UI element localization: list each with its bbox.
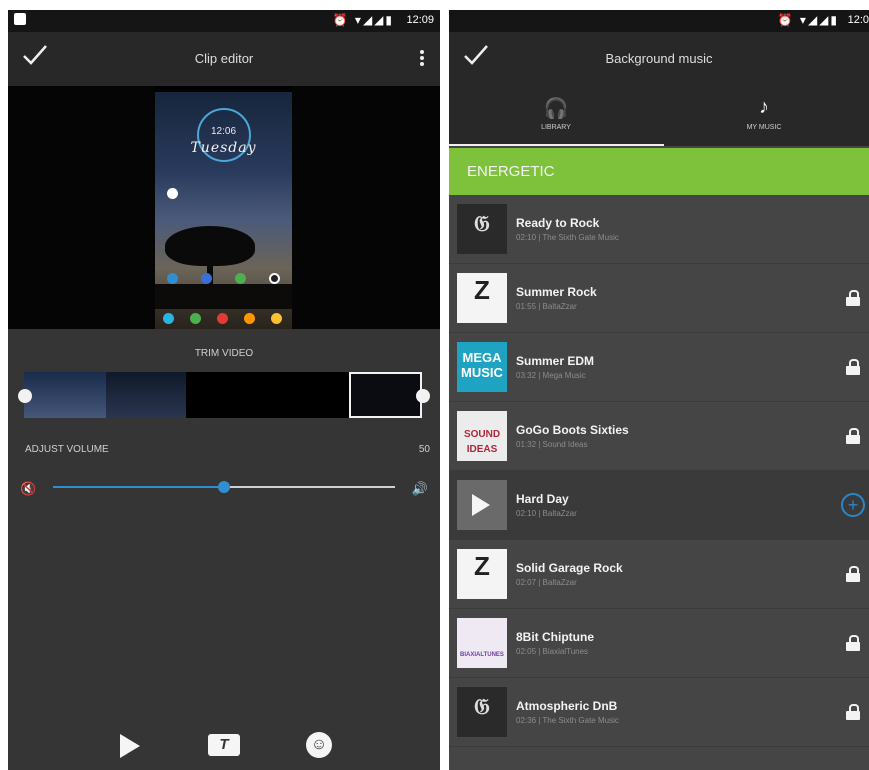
music-tabs: 🎧 LIBRARY ♪ MY MUSIC bbox=[449, 86, 869, 146]
status-icons: ⏰ ▾◢◢▮ bbox=[332, 13, 394, 27]
status-bar: ⏰ ▾◢◢▮ 12:0 bbox=[449, 10, 869, 32]
trim-start-handle[interactable] bbox=[18, 389, 32, 403]
track-meta: 03:32 | Mega Music bbox=[516, 371, 586, 380]
lock-icon[interactable] bbox=[846, 359, 860, 375]
trim-end-handle[interactable] bbox=[416, 389, 430, 403]
lock-icon[interactable] bbox=[846, 290, 860, 306]
track-meta: 01:55 | BaltaZzar bbox=[516, 302, 577, 311]
track-row[interactable]: Z Summer Rock 01:55 | BaltaZzar bbox=[449, 264, 869, 333]
track-name: GoGo Boots Sixties bbox=[516, 423, 629, 437]
track-meta: 02:05 | BiaxialTunes bbox=[516, 647, 589, 656]
track-name: Summer EDM bbox=[516, 354, 595, 368]
track-name: Atmospheric DnB bbox=[516, 699, 618, 713]
music-note-icon: ♪ bbox=[759, 96, 769, 118]
lock-icon[interactable] bbox=[846, 635, 860, 651]
album-art: BIAXIALTUNES bbox=[457, 618, 507, 668]
tree-silhouette bbox=[165, 226, 255, 266]
track-meta: 02:10 | The Sixth Gate Music bbox=[516, 233, 619, 242]
video-preview[interactable]: 12:06 Tuesday bbox=[8, 86, 440, 329]
headphones-icon: 🎧 bbox=[543, 98, 569, 120]
play-icon[interactable] bbox=[120, 734, 140, 758]
track-list: 𝔊 Ready to Rock 02:10 | The Sixth Gate M… bbox=[449, 195, 869, 747]
preview-dock bbox=[155, 309, 292, 329]
volume-slider-thumb[interactable] bbox=[218, 481, 230, 493]
track-row[interactable]: MEGA MUSIC Summer EDM 03:32 | Mega Music bbox=[449, 333, 869, 402]
track-name: Summer Rock bbox=[516, 285, 597, 299]
track-meta: 02:36 | The Sixth Gate Music bbox=[516, 716, 619, 725]
mute-icon[interactable]: 🔇 bbox=[20, 481, 36, 497]
app-bar: Clip editor bbox=[8, 32, 440, 86]
lock-icon[interactable] bbox=[846, 704, 860, 720]
track-row[interactable]: Hard Day 02:10 | BaltaZzar + bbox=[449, 471, 869, 540]
album-art: 𝔊 bbox=[457, 204, 507, 254]
album-art: SOUND IDEAS bbox=[457, 411, 507, 461]
album-art: MEGA MUSIC bbox=[457, 342, 507, 392]
page-title: Background music bbox=[605, 51, 713, 66]
track-row[interactable]: 𝔊 Ready to Rock 02:10 | The Sixth Gate M… bbox=[449, 195, 869, 264]
track-meta: 02:10 | BaltaZzar bbox=[516, 509, 577, 518]
app-bar: Background music bbox=[449, 32, 869, 86]
track-row[interactable]: BIAXIALTUNES 8Bit Chiptune 02:05 | Biaxi… bbox=[449, 609, 869, 678]
status-time: 12:09 bbox=[406, 14, 434, 26]
track-name: Solid Garage Rock bbox=[516, 561, 623, 575]
tab-indicator bbox=[449, 144, 664, 146]
clip-editor-screen: ⏰ ▾◢◢▮ 12:09 Clip editor 12:06 Tuesday T… bbox=[8, 10, 440, 770]
volume-slider[interactable] bbox=[53, 481, 395, 493]
category-header: ENERGETIC bbox=[449, 148, 869, 195]
track-meta: 01:32 | Sound Ideas bbox=[516, 440, 588, 449]
track-name: 8Bit Chiptune bbox=[516, 630, 594, 644]
tab-library[interactable]: 🎧 LIBRARY bbox=[451, 86, 661, 146]
text-icon[interactable]: T bbox=[208, 734, 240, 756]
tab-label: LIBRARY bbox=[541, 124, 571, 131]
preview-frame: 12:06 Tuesday bbox=[155, 86, 292, 329]
adjust-volume-label: ADJUST VOLUME bbox=[25, 444, 109, 455]
trim-timeline[interactable] bbox=[24, 372, 422, 418]
status-bar: ⏰ ▾◢◢▮ 12:09 bbox=[8, 10, 440, 32]
lock-icon[interactable] bbox=[846, 566, 860, 582]
gallery-notification-icon bbox=[14, 13, 26, 25]
editor-toolbar: T ☺ bbox=[8, 732, 440, 768]
track-meta: 02:07 | BaltaZzar bbox=[516, 578, 577, 587]
status-time: 12:0 bbox=[847, 14, 869, 26]
album-art bbox=[457, 480, 507, 530]
trim-video-label: TRIM VIDEO bbox=[194, 348, 254, 359]
background-music-screen: ⏰ ▾◢◢▮ 12:0 Background music 🎧 LIBRARY ♪… bbox=[449, 10, 869, 770]
timeline-frame bbox=[106, 372, 186, 418]
track-row[interactable]: 𝔊 Atmospheric DnB 02:36 | The Sixth Gate… bbox=[449, 678, 869, 747]
volume-icon[interactable]: 🔊 bbox=[412, 481, 428, 497]
page-title: Clip editor bbox=[194, 51, 254, 66]
tab-label: MY MUSIC bbox=[746, 124, 782, 131]
emoji-icon[interactable]: ☺ bbox=[306, 732, 332, 758]
volume-value: 50 bbox=[418, 444, 430, 455]
status-icons: ⏰ ▾◢◢▮ bbox=[777, 13, 839, 27]
album-art: 𝔊 bbox=[457, 687, 507, 737]
track-row[interactable]: SOUND IDEAS GoGo Boots Sixties 01:32 | S… bbox=[449, 402, 869, 471]
app-icon bbox=[167, 188, 178, 199]
tab-my-music[interactable]: ♪ MY MUSIC bbox=[659, 86, 869, 146]
add-icon[interactable]: + bbox=[841, 493, 865, 517]
track-row[interactable]: Z Solid Garage Rock 02:07 | BaltaZzar bbox=[449, 540, 869, 609]
play-icon[interactable] bbox=[472, 494, 490, 516]
lock-icon[interactable] bbox=[846, 428, 860, 444]
timeline-frame bbox=[349, 372, 422, 418]
preview-day: Tuesday bbox=[190, 140, 257, 156]
album-art: Z bbox=[457, 549, 507, 599]
timeline-frame bbox=[24, 372, 106, 418]
album-art: Z bbox=[457, 273, 507, 323]
track-name: Ready to Rock bbox=[516, 216, 600, 230]
overflow-menu-icon[interactable] bbox=[420, 50, 424, 68]
track-name: Hard Day bbox=[516, 492, 569, 506]
preview-clock: 12:06 bbox=[210, 126, 237, 137]
